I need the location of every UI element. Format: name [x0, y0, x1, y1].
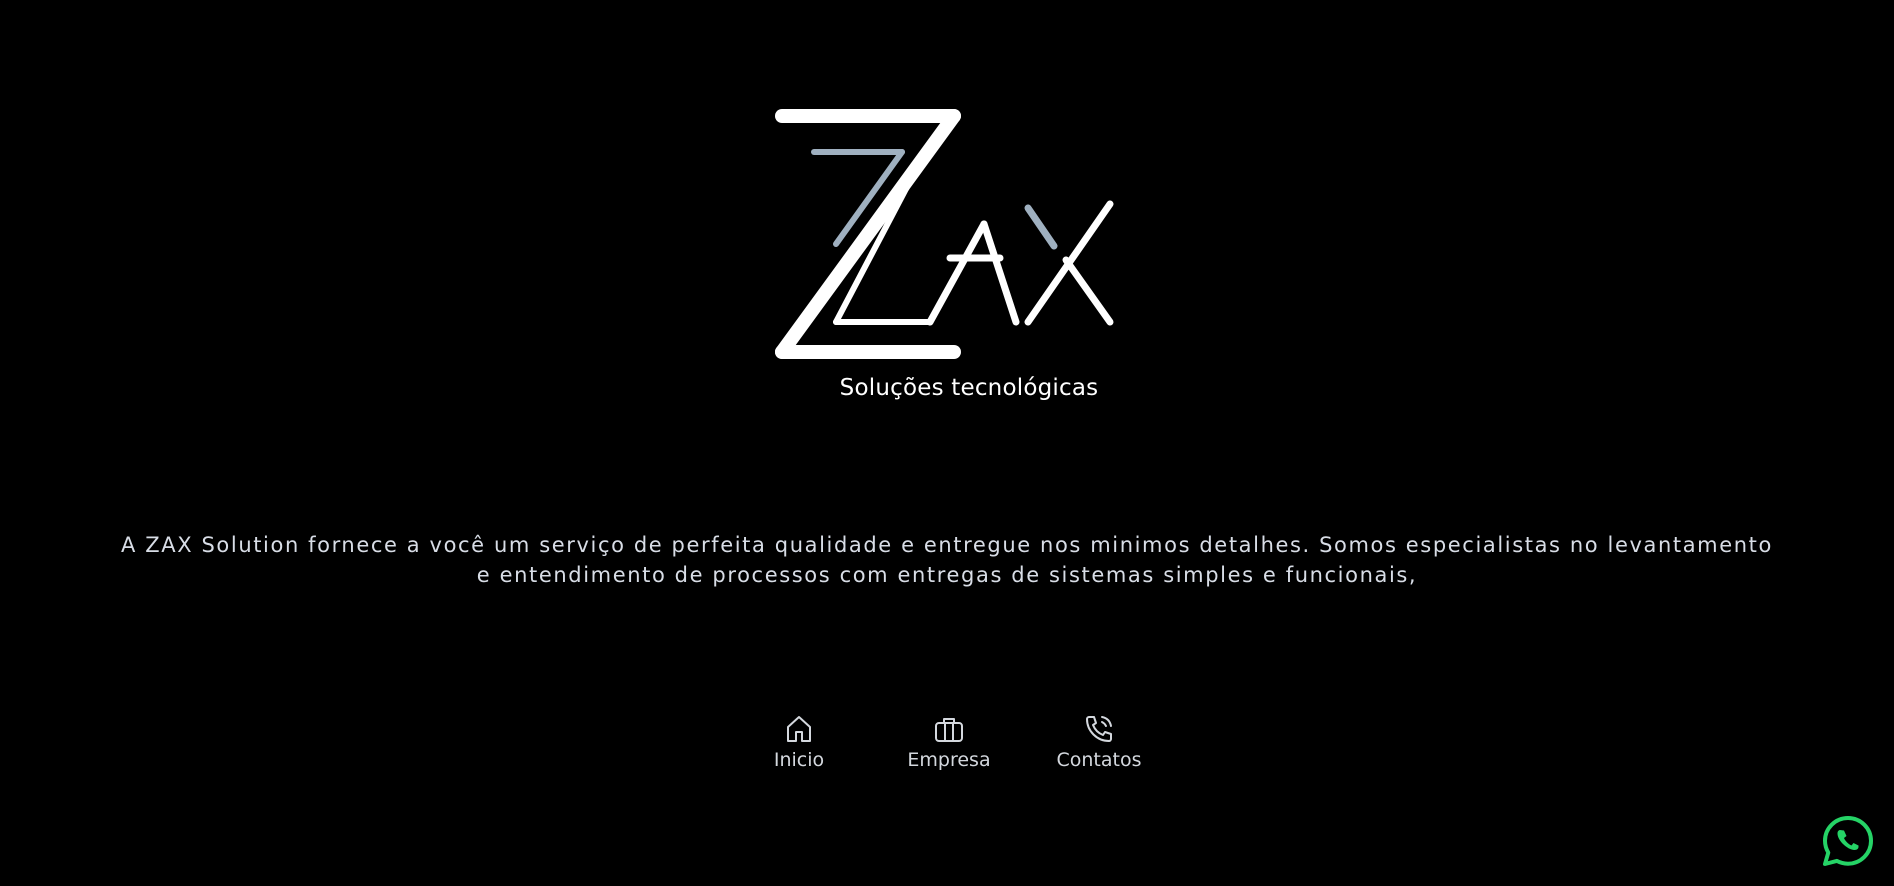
- nav-item-label: Inicio: [773, 749, 825, 771]
- nav-item-empresa[interactable]: Empresa: [889, 712, 1009, 771]
- nav-item-label: Empresa: [907, 749, 991, 771]
- page: Soluções tecnológicas A ZAX Solution for…: [0, 0, 1894, 886]
- zax-logo: [775, 109, 1114, 359]
- tagline: Soluções tecnológicas: [839, 375, 1099, 401]
- bottom-nav: Inicio Empresa Contatos: [0, 712, 1894, 782]
- nav-item-inicio[interactable]: Inicio: [739, 712, 859, 771]
- nav-item-contatos[interactable]: Contatos: [1039, 712, 1159, 771]
- nav-item-label: Contatos: [1056, 749, 1142, 771]
- phone-icon: [1086, 716, 1112, 742]
- briefcase-icon: [935, 718, 963, 742]
- home-icon: [787, 716, 811, 742]
- whatsapp-icon[interactable]: [1821, 814, 1875, 868]
- company-description: A ZAX Solution fornece a você um serviço…: [121, 533, 1773, 587]
